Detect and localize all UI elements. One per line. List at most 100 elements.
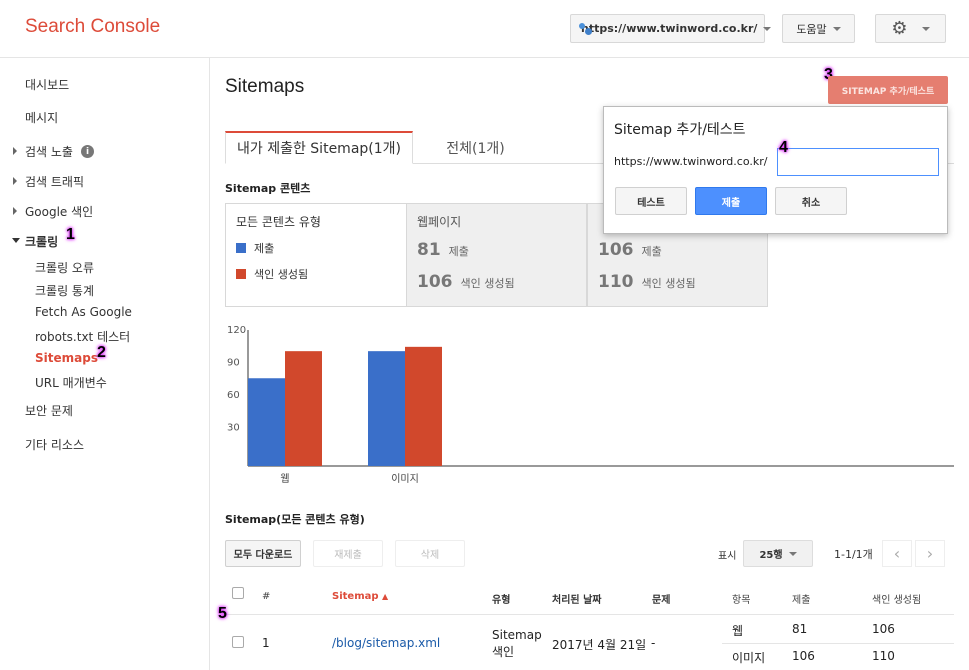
- sort-ascending-icon: ▲: [382, 592, 389, 601]
- stat-number: 106: [598, 240, 634, 260]
- sidebar-item-sitemaps[interactable]: Sitemaps: [35, 351, 98, 365]
- sidebar-item-google-index[interactable]: Google 색인: [13, 203, 94, 220]
- sidebar-item-search-appearance[interactable]: 검색 노출 i: [13, 143, 94, 160]
- chart-bar: [248, 378, 285, 466]
- col-header-type[interactable]: 유형: [492, 591, 510, 606]
- app-title[interactable]: Search Console: [25, 16, 160, 38]
- row-checkbox[interactable]: [232, 636, 244, 648]
- sidebar-item-label: 기타 리소스: [25, 438, 85, 452]
- gear-icon: ⚙: [891, 17, 908, 39]
- y-tick-label: 120: [227, 326, 246, 336]
- row-item-image: 이미지: [732, 651, 766, 665]
- legend-label: 색인 생성됨: [254, 268, 309, 281]
- next-page-button[interactable]: ›: [915, 540, 945, 567]
- row-item-web: 웹: [732, 624, 744, 638]
- add-test-sitemap-button[interactable]: SITEMAP 추가/테스트: [828, 76, 948, 104]
- col-header-indexed: 색인 생성됨: [872, 595, 922, 606]
- sidebar-item-search-traffic[interactable]: 검색 트래픽: [13, 173, 85, 190]
- show-rows-label: 표시: [718, 551, 737, 562]
- add-sitemap-dialog: Sitemap 추가/테스트 https://www.twinword.co.k…: [603, 106, 948, 234]
- legend-indexed: 색인 생성됨: [236, 266, 308, 282]
- row-image-submitted: 106: [792, 649, 815, 663]
- test-button[interactable]: 테스트: [615, 187, 687, 215]
- col-header-processed[interactable]: 처리된 날짜: [552, 591, 601, 606]
- col-header-item: 항목: [732, 595, 751, 606]
- chevron-right-icon: [13, 207, 17, 215]
- cancel-button[interactable]: 취소: [775, 187, 847, 215]
- chevron-right-icon: [13, 147, 17, 155]
- stat-label: 색인 생성됨: [641, 277, 696, 290]
- sidebar: 대시보드 메시지 검색 노출 i 검색 트래픽 Google 색인 크롤링 1 …: [0, 58, 210, 670]
- sidebar-item-url-parameters[interactable]: URL 매개변수: [35, 374, 107, 391]
- x-tick-label: 이미지: [391, 473, 419, 485]
- submit-button[interactable]: 제출: [695, 187, 767, 215]
- annotation-marker-5: 5: [218, 605, 227, 622]
- stat-number: 106: [417, 272, 453, 292]
- select-all-checkbox[interactable]: [232, 587, 244, 599]
- web-head: 웹페이지: [417, 215, 462, 229]
- resubmit-button[interactable]: 재제출: [313, 540, 383, 567]
- col-header-sitemap[interactable]: Sitemap ▲: [332, 591, 388, 602]
- pagination-info: 1-1/1개: [834, 548, 873, 561]
- col-header-issues[interactable]: 문제: [652, 591, 670, 606]
- row-image-indexed: 110: [872, 649, 895, 663]
- sidebar-item-crawl[interactable]: 크롤링: [12, 233, 59, 250]
- sidebar-item-label: 대시보드: [25, 78, 70, 92]
- chart-bar: [368, 351, 405, 466]
- sidebar-item-fetch-as-google[interactable]: Fetch As Google: [35, 305, 132, 319]
- y-tick-label: 90: [227, 358, 240, 369]
- rows-value: 25행: [759, 550, 783, 561]
- summary-all-types[interactable]: 모든 콘텐츠 유형 제출 색인 생성됨: [225, 203, 406, 307]
- sidebar-item-crawl-errors[interactable]: 크롤링 오류: [35, 259, 94, 276]
- settings-button[interactable]: ⚙: [875, 14, 946, 43]
- sidebar-item-other-resources[interactable]: 기타 리소스: [25, 436, 84, 453]
- img-submitted-stat: 106 제출: [598, 240, 662, 260]
- col-header-sitemap-label: Sitemap: [332, 591, 379, 602]
- rows-per-page-select[interactable]: 25행: [743, 540, 813, 567]
- chart-bar: [285, 351, 322, 466]
- stat-number: 81: [417, 240, 441, 260]
- annotation-marker-1: 1: [66, 226, 75, 243]
- legend-submitted: 제출: [236, 240, 274, 256]
- site-selector[interactable]: https://www.twinword.co.kr/: [570, 14, 772, 43]
- all-types-label: 모든 콘텐츠 유형: [236, 215, 321, 229]
- stat-number: 110: [598, 272, 634, 292]
- sitemap-link[interactable]: /blog/sitemap.xml: [332, 636, 440, 650]
- dialog-title: Sitemap 추가/테스트: [614, 122, 746, 138]
- chevron-down-icon: [921, 26, 930, 31]
- chevron-down-icon: [832, 26, 841, 31]
- col-header-submitted: 제출: [792, 595, 811, 606]
- tab-all[interactable]: 전체(1개): [413, 131, 538, 164]
- chart-bar: [405, 346, 442, 466]
- legend-swatch: [236, 269, 246, 279]
- legend-swatch: [236, 243, 246, 253]
- tab-my-sitemaps[interactable]: 내가 제출한 Sitemap(1개): [225, 131, 413, 164]
- summary-web[interactable]: 웹페이지 81 제출 106 색인 생성됨: [406, 203, 587, 307]
- sidebar-item-label: 검색 트래픽: [25, 175, 85, 189]
- annotation-marker-2: 2: [97, 344, 106, 361]
- row-web-submitted: 81: [792, 622, 808, 636]
- web-indexed-stat: 106 색인 생성됨: [417, 272, 515, 292]
- sidebar-item-crawl-stats[interactable]: 크롤링 통계: [35, 282, 94, 299]
- row-web-indexed: 106: [872, 622, 895, 636]
- sidebar-item-label: Google 색인: [25, 205, 94, 219]
- sitemap-list-label: Sitemap(모든 콘텐츠 유형): [225, 513, 365, 526]
- sidebar-item-robots-tester[interactable]: robots.txt 테스터: [35, 328, 130, 345]
- sidebar-item-label: 크롤링: [25, 235, 59, 249]
- img-indexed-stat: 110 색인 생성됨: [598, 272, 696, 292]
- prev-page-button[interactable]: ‹: [882, 540, 912, 567]
- sitemap-bar-chart: 30 60 90 120 웹 이미지: [227, 326, 954, 485]
- stat-label: 색인 생성됨: [460, 277, 515, 290]
- help-button[interactable]: 도움말: [782, 14, 855, 43]
- content-section-label: Sitemap 콘텐츠: [225, 182, 311, 195]
- sidebar-item-dashboard[interactable]: 대시보드: [25, 76, 69, 93]
- download-all-button[interactable]: 모두 다운로드: [225, 540, 301, 567]
- sidebar-item-security[interactable]: 보안 문제: [25, 402, 73, 419]
- row-type-line2: 색인: [492, 645, 515, 659]
- sidebar-item-label: 메시지: [25, 111, 59, 125]
- delete-button[interactable]: 삭제: [395, 540, 465, 567]
- sitemap-path-input[interactable]: [777, 148, 939, 176]
- sidebar-item-messages[interactable]: 메시지: [25, 109, 58, 126]
- chevron-right-icon: [13, 177, 17, 185]
- info-icon[interactable]: i: [80, 145, 94, 158]
